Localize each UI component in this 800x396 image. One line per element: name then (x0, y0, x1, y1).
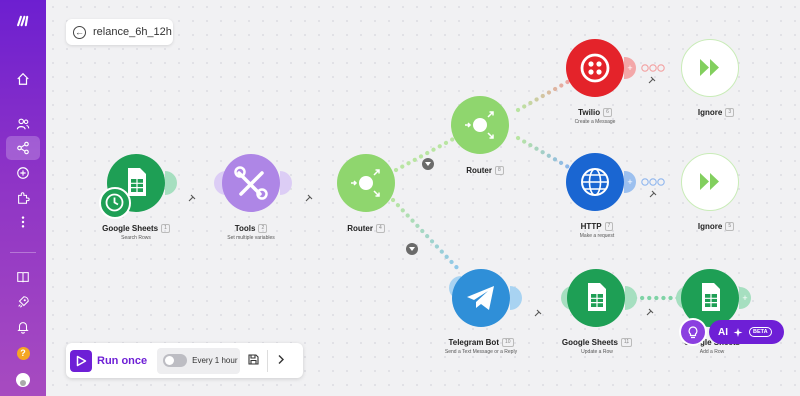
scenario-title[interactable]: relance_6h_12h (93, 26, 172, 38)
sheets-icon (588, 283, 606, 311)
module-router-2[interactable] (451, 96, 509, 154)
module-telegram-bot[interactable] (452, 269, 510, 327)
beta-badge: BETA (749, 327, 772, 337)
bottom-toolbar: Run once Every 1 hour (66, 343, 303, 378)
run-once-label: Run once (97, 354, 148, 367)
router-icon (351, 169, 380, 197)
module-label: Twilio 6 Create a Message (574, 108, 616, 125)
toolbar-divider (267, 349, 269, 372)
module-label: Ignore 3 (661, 108, 771, 117)
wrench-screwdriver-icon (234, 166, 268, 200)
module-label: Tools 2 Set multiple variables (227, 224, 275, 241)
telegram-icon (467, 286, 494, 310)
clock-icon[interactable] (99, 187, 131, 219)
fast-forward-icon (700, 59, 719, 76)
schedule-toggle[interactable] (163, 354, 188, 367)
ai-assistant-button[interactable]: AI BETA (709, 320, 784, 344)
scenario-title-bar[interactable]: ← relance_6h_12h (66, 19, 173, 45)
module-twilio[interactable] (566, 39, 624, 97)
sheets-icon (702, 283, 720, 311)
sparkle-icon (733, 327, 743, 337)
back-arrow-icon[interactable]: ← (73, 25, 86, 39)
module-tools[interactable] (222, 154, 280, 212)
chevron-right-icon[interactable] (276, 354, 286, 368)
module-label: Telegram Bot 10 Send a Text Message or a … (444, 338, 518, 355)
module-ignore-2[interactable] (681, 153, 739, 211)
module-google-sheets-add[interactable] (681, 269, 739, 327)
schedule-control[interactable]: Every 1 hour (157, 347, 241, 374)
module-label: Ignore 5 (661, 222, 771, 231)
module-label: Google Sheets 11 Update a Row (542, 338, 652, 355)
schedule-label[interactable]: Every 1 hour (192, 356, 237, 365)
module-router-1[interactable] (337, 154, 395, 212)
lightbulb-icon (688, 325, 698, 338)
module-label: HTTP 7 Make a request (579, 222, 615, 239)
twilio-icon (580, 53, 610, 83)
module-label: Google Sheets 1 Search Rows (81, 224, 191, 241)
module-label: Router 4 (311, 224, 421, 233)
hint-button[interactable] (681, 320, 705, 344)
globe-icon (581, 168, 609, 196)
module-google-sheets-update[interactable] (567, 269, 625, 327)
module-ignore-1[interactable] (681, 39, 739, 97)
play-icon (70, 349, 92, 372)
router-icon (465, 111, 494, 139)
fast-forward-icon (700, 173, 719, 190)
run-once-button[interactable]: Run once (70, 349, 148, 372)
module-label: Router 8 (430, 166, 540, 175)
module-http[interactable] (566, 153, 624, 211)
save-icon[interactable] (248, 353, 259, 368)
ai-label: AI (718, 326, 728, 338)
